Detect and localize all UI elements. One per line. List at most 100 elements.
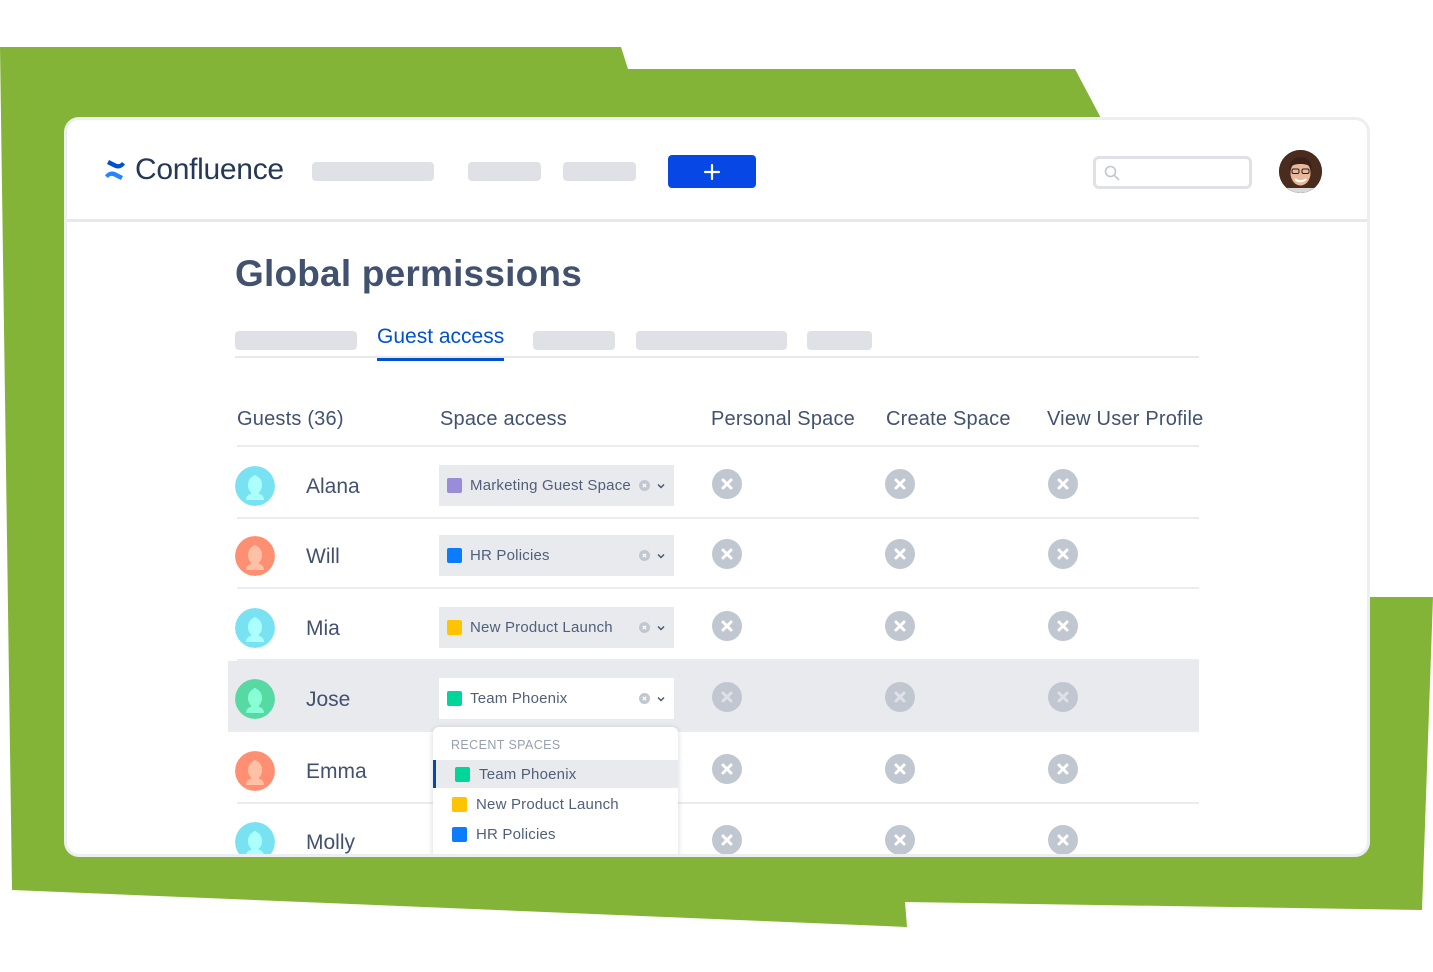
- tab-placeholder[interactable]: [235, 331, 357, 350]
- cross-circle-icon: [885, 825, 915, 854]
- guest-name: Molly: [306, 831, 356, 854]
- personal-space-toggle[interactable]: [712, 469, 742, 499]
- user-photo-avatar: [1279, 150, 1322, 193]
- space-color-icon: [452, 826, 467, 842]
- tab-guest-access[interactable]: Guest access: [377, 325, 505, 361]
- space-color-icon: [455, 766, 470, 782]
- nav-item-placeholder[interactable]: [468, 162, 541, 181]
- tab-placeholder[interactable]: [636, 331, 787, 350]
- cross-circle-icon: [1048, 611, 1078, 641]
- person-icon: [235, 536, 275, 576]
- guest-avatar: [235, 536, 275, 576]
- cross-circle-icon: [1048, 682, 1078, 712]
- person-icon: [235, 466, 275, 506]
- cross-circle-icon: [712, 754, 742, 784]
- guest-avatar: [235, 466, 275, 506]
- cross-circle-icon: [712, 682, 742, 712]
- personal-space-toggle[interactable]: [712, 682, 742, 712]
- space-color-icon: [447, 548, 462, 563]
- cross-circle-icon: [1048, 469, 1078, 499]
- space-access-select[interactable]: Marketing Guest Space: [439, 465, 674, 506]
- guest-name: Alana: [306, 475, 360, 498]
- create-button[interactable]: [668, 155, 756, 188]
- person-icon: [235, 751, 275, 791]
- clear-icon[interactable]: [639, 550, 650, 561]
- cross-circle-icon: [712, 469, 742, 499]
- dropdown-item-label: Team Phoenix: [479, 765, 577, 783]
- view-user-profile-toggle[interactable]: [1048, 469, 1078, 499]
- table-row: Emma: [235, 733, 1199, 804]
- guest-name: Emma: [306, 760, 367, 783]
- guest-avatar: [235, 822, 275, 854]
- guest-avatar: [235, 608, 275, 648]
- page-title: Global permissions: [235, 253, 582, 294]
- chevron-down-icon[interactable]: [656, 623, 666, 633]
- app-window: Confluence Global permissions Guest acce…: [67, 120, 1367, 854]
- space-name: Team Phoenix: [470, 690, 568, 707]
- personal-space-toggle[interactable]: [712, 539, 742, 569]
- column-header-personal-space: Personal Space: [711, 408, 856, 430]
- plus-icon: [703, 163, 721, 180]
- space-name: Marketing Guest Space: [470, 477, 631, 494]
- person-icon: [235, 679, 275, 719]
- space-access-select[interactable]: New Product Launch: [439, 607, 674, 648]
- create-space-toggle[interactable]: [885, 682, 915, 712]
- space-color-icon: [447, 691, 462, 706]
- create-space-toggle[interactable]: [885, 611, 915, 641]
- view-user-profile-toggle[interactable]: [1048, 611, 1078, 641]
- profile-avatar[interactable]: [1279, 150, 1322, 193]
- search-box[interactable]: [1093, 156, 1252, 189]
- cross-circle-icon: [1048, 539, 1078, 569]
- dropdown-item-team-phoenix[interactable]: Team Phoenix: [433, 760, 678, 788]
- app-name: Confluence: [135, 153, 284, 186]
- space-color-icon: [447, 478, 462, 493]
- tab-placeholder[interactable]: [533, 331, 615, 350]
- create-space-toggle[interactable]: [885, 754, 915, 784]
- personal-space-toggle[interactable]: [712, 825, 742, 854]
- view-user-profile-toggle[interactable]: [1048, 754, 1078, 784]
- dropdown-item-hr-policies[interactable]: HR Policies: [433, 820, 678, 848]
- dropdown-item-new-product-launch[interactable]: New Product Launch: [433, 790, 678, 818]
- personal-space-toggle[interactable]: [712, 611, 742, 641]
- chevron-down-icon[interactable]: [656, 481, 666, 491]
- space-color-icon: [447, 620, 462, 635]
- guest-name: Mia: [306, 617, 340, 640]
- cross-circle-icon: [712, 611, 742, 641]
- cross-circle-icon: [885, 682, 915, 712]
- guest-avatar: [235, 751, 275, 791]
- cross-circle-icon: [885, 611, 915, 641]
- nav-item-placeholder[interactable]: [312, 162, 434, 181]
- column-header-space-access: Space access: [440, 408, 567, 430]
- column-header-guests: Guests (36): [237, 408, 344, 430]
- create-space-toggle[interactable]: [885, 825, 915, 854]
- view-user-profile-toggle[interactable]: [1048, 825, 1078, 854]
- top-navigation: Confluence: [67, 120, 1367, 222]
- space-access-select[interactable]: Team Phoenix: [439, 678, 674, 719]
- create-space-toggle[interactable]: [885, 469, 915, 499]
- create-space-toggle[interactable]: [885, 539, 915, 569]
- chevron-down-icon[interactable]: [656, 551, 666, 561]
- column-header-view-user-profile: View User Profile: [1047, 408, 1204, 430]
- space-name: HR Policies: [470, 547, 550, 564]
- table-row: Will HR Policies: [235, 518, 1199, 589]
- chevron-down-icon[interactable]: [656, 694, 666, 704]
- permissions-tabs: Guest access: [235, 322, 1199, 361]
- tab-placeholder[interactable]: [807, 331, 872, 350]
- search-input[interactable]: [1126, 159, 1246, 186]
- space-access-select[interactable]: HR Policies: [439, 535, 674, 576]
- cross-circle-icon: [885, 469, 915, 499]
- table-row: Jose Team Phoenix: [228, 661, 1199, 732]
- clear-icon[interactable]: [639, 622, 650, 633]
- view-user-profile-toggle[interactable]: [1048, 539, 1078, 569]
- cross-circle-icon: [1048, 754, 1078, 784]
- guest-avatar: [235, 679, 275, 719]
- personal-space-toggle[interactable]: [712, 754, 742, 784]
- view-user-profile-toggle[interactable]: [1048, 682, 1078, 712]
- nav-item-placeholder[interactable]: [563, 162, 636, 181]
- confluence-logo[interactable]: Confluence: [103, 153, 284, 187]
- clear-icon[interactable]: [639, 480, 650, 491]
- person-icon: [235, 608, 275, 648]
- clear-icon[interactable]: [639, 693, 650, 704]
- space-name: New Product Launch: [470, 619, 613, 636]
- space-dropdown-menu: RECENT SPACES Team Phoenix New Product L…: [433, 727, 678, 854]
